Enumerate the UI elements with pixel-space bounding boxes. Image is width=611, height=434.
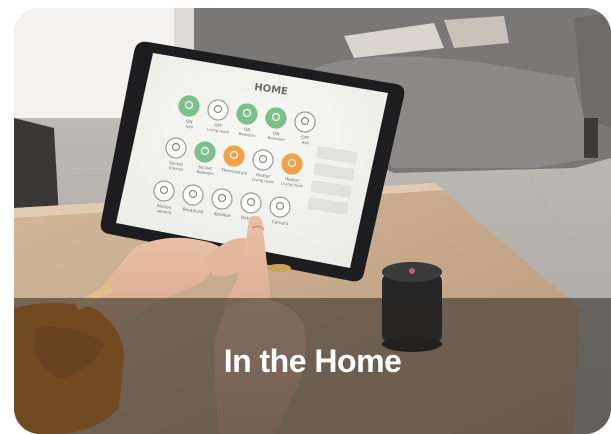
device-tile[interactable]: Broadcast [182,184,204,214]
detection-icon [240,192,262,214]
bulb-icon [265,107,287,129]
bulb-icon [178,95,200,117]
broadcast-icon [182,184,204,206]
motion-sensor-icon [153,180,175,202]
device-tile[interactable]: ONBedroom [265,107,287,142]
device-tile[interactable]: SocketBedroom [194,141,216,176]
socket-icon [165,137,187,159]
bulb-icon [236,103,258,125]
socket-icon [194,141,216,163]
thermostat-icon [223,145,245,167]
bulb-icon [294,111,316,133]
device-tile[interactable]: ONBedroom [236,103,258,138]
heater-icon [252,149,274,171]
device-sublabel: Hall [301,140,309,146]
device-sublabel: Hall [185,124,193,130]
card-caption[interactable]: In the Home [14,343,611,380]
camera-icon [269,196,291,218]
device-tile[interactable]: Motionsensors [153,180,175,215]
speaker-icon [211,188,233,210]
device-tile[interactable]: SocketKitchen [165,137,187,172]
device-tile[interactable]: Camera [269,196,291,226]
heater-icon [281,153,303,175]
bulb-icon [207,99,229,121]
home-card[interactable]: HOME ON Hall OFF Living room ON Bedroom ON Bedr… [14,8,611,434]
device-tile[interactable]: Speaker [211,188,233,218]
